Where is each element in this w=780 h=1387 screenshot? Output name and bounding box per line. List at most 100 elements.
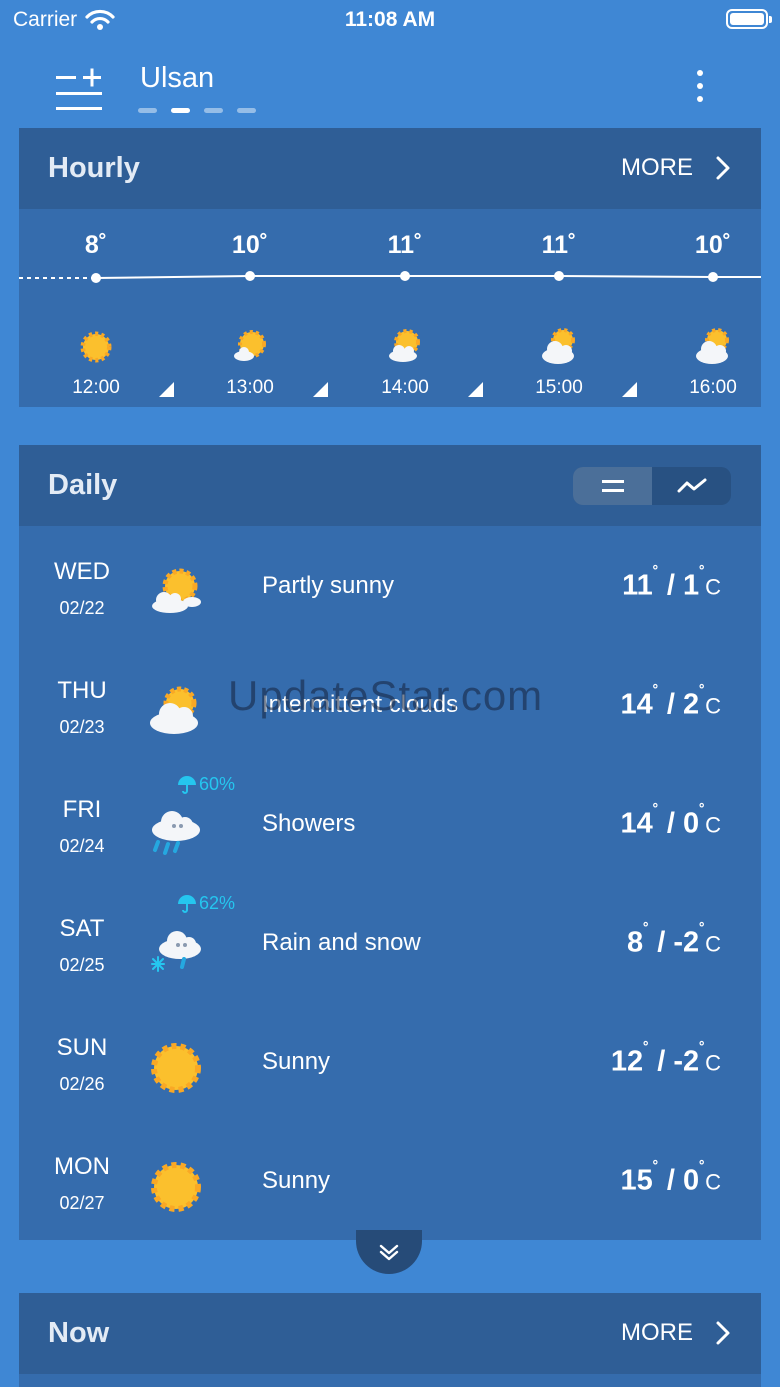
temp-unit: C xyxy=(705,574,721,600)
day-name: SUN xyxy=(56,1034,108,1061)
status-bar: Carrier 11:08 AM xyxy=(0,0,780,40)
list-view-icon xyxy=(601,480,624,492)
daily-row[interactable]: SUN 02/26 Sunny 12˚ / -2˚C xyxy=(19,1020,761,1139)
temp-unit: C xyxy=(705,931,721,957)
temperature-range: 11˚ / 1˚C xyxy=(622,564,721,602)
cloudy-sun-icon xyxy=(542,328,575,364)
day-date: 02/25 xyxy=(59,955,105,975)
low-temp: 0 xyxy=(682,807,700,840)
high-temp: 15 xyxy=(620,1164,653,1197)
day-date: 02/27 xyxy=(59,1193,105,1213)
weather-description: Sunny xyxy=(262,1048,331,1075)
hourly-time: 12:00 xyxy=(72,377,120,398)
day-date: 02/26 xyxy=(59,1074,105,1094)
daily-row[interactable]: SAT 02/25 62% Rain and snow 8˚ / -2˚C xyxy=(19,893,761,1020)
hourly-time: 14:00 xyxy=(381,377,429,398)
now-card: Now MORE xyxy=(19,1293,761,1387)
daily-row[interactable]: FRI 02/24 60% Showers 14˚ / 0˚C xyxy=(19,774,761,901)
expand-daily-button[interactable] xyxy=(356,1230,422,1274)
sunny-icon xyxy=(80,331,112,363)
cloudy-sun-icon xyxy=(696,328,729,364)
wind-direction-icon xyxy=(468,382,483,397)
hourly-more-button[interactable]: MORE xyxy=(621,154,731,182)
location-page-indicator[interactable] xyxy=(138,108,256,113)
temp-unit: C xyxy=(705,1050,721,1076)
hourly-temp: 10 xyxy=(231,231,260,259)
day-name: WED xyxy=(54,558,110,585)
daily-view-toggle[interactable] xyxy=(573,467,731,505)
precipitation-percent: 62% xyxy=(199,893,236,913)
more-label: MORE xyxy=(621,154,693,181)
chevron-right-icon xyxy=(716,156,730,180)
high-temp: 8 xyxy=(627,926,644,959)
wind-direction-icon xyxy=(159,382,174,397)
precipitation-chance: 62% xyxy=(177,893,235,914)
weather-description: Sunny xyxy=(262,1167,331,1194)
temperature-range: 14˚ / 2˚C xyxy=(620,683,721,721)
city-name[interactable]: Ulsan xyxy=(140,62,214,95)
page-dot-active xyxy=(171,108,190,113)
hourly-temp: 10 xyxy=(694,231,723,259)
graph-view-button[interactable] xyxy=(652,467,731,505)
hourly-chart[interactable]: 8˚ 12:00 10˚ 13:00 11˚ 14:00 11˚ 15:00 1… xyxy=(19,209,761,407)
battery-icon xyxy=(726,9,772,29)
temp-unit: C xyxy=(705,693,721,719)
day-date: 02/24 xyxy=(59,836,105,856)
daily-row[interactable]: MON 02/27 Sunny 15˚ / 0˚C xyxy=(19,1139,761,1240)
hourly-temp: 8 xyxy=(84,231,99,259)
graph-view-icon xyxy=(677,478,706,493)
status-time: 11:08 AM xyxy=(344,8,436,31)
now-header: Now MORE xyxy=(19,1293,761,1374)
day-name: THU xyxy=(57,677,107,704)
more-label: MORE xyxy=(621,1319,693,1346)
temperature-range: 15˚ / 0˚C xyxy=(620,1159,721,1197)
day-name: MON xyxy=(54,1153,110,1180)
low-temp: 0 xyxy=(682,1164,700,1197)
weather-description: Showers xyxy=(262,810,356,837)
day-date: 02/22 xyxy=(59,598,105,618)
temperature-range: 12˚ / -2˚C xyxy=(610,1040,721,1078)
intermittent-clouds-icon xyxy=(150,686,198,734)
wind-direction-icon xyxy=(622,382,637,397)
chevron-right-icon xyxy=(716,1321,730,1345)
low-temp: 2 xyxy=(682,688,700,721)
mostly-sunny-icon xyxy=(234,330,266,361)
now-more-button[interactable]: MORE xyxy=(621,1319,731,1347)
day-name: SAT xyxy=(59,915,105,942)
hourly-temp: 11 xyxy=(387,231,415,259)
hourly-time: 13:00 xyxy=(226,377,274,398)
rain-and-snow-icon xyxy=(151,931,201,972)
high-temp: 14 xyxy=(620,688,653,721)
daily-row[interactable]: WED 02/22 Partly sunny 11˚ / 1˚C xyxy=(19,544,761,663)
high-temp: 14 xyxy=(620,807,653,840)
precipitation-chance: 60% xyxy=(177,774,235,795)
precipitation-percent: 60% xyxy=(199,774,236,794)
partly-sunny-icon xyxy=(152,568,201,613)
day-name: FRI xyxy=(62,796,102,823)
temperature-range: 14˚ / 0˚C xyxy=(620,802,721,840)
low-temp: 1 xyxy=(682,569,700,602)
hourly-time: 15:00 xyxy=(535,377,583,398)
weather-description: Rain and snow xyxy=(262,929,421,956)
hourly-title: Hourly xyxy=(48,152,140,184)
manage-locations-icon[interactable] xyxy=(56,66,104,114)
sunny-icon xyxy=(151,1162,201,1212)
umbrella-icon xyxy=(178,775,196,794)
list-view-button[interactable] xyxy=(573,467,652,505)
weather-description: Partly sunny xyxy=(262,572,395,599)
low-temp: -2 xyxy=(673,1045,700,1078)
partly-sunny-icon xyxy=(389,329,420,362)
showers-icon xyxy=(152,811,200,855)
temp-unit: C xyxy=(705,812,721,838)
high-temp: 11 xyxy=(622,569,653,602)
daily-card: Daily WED 02/22 Partly sunny 11˚ / 1˚C T… xyxy=(19,445,761,1240)
temp-unit: C xyxy=(705,1169,721,1195)
watermark: UpdateStar.com xyxy=(228,672,544,719)
daily-title: Daily xyxy=(48,469,118,501)
more-options-icon[interactable] xyxy=(692,70,708,110)
page-dot xyxy=(138,108,157,113)
umbrella-icon xyxy=(178,894,196,913)
now-title: Now xyxy=(48,1317,110,1349)
hourly-time: 16:00 xyxy=(689,377,737,398)
wind-direction-icon xyxy=(313,382,328,397)
